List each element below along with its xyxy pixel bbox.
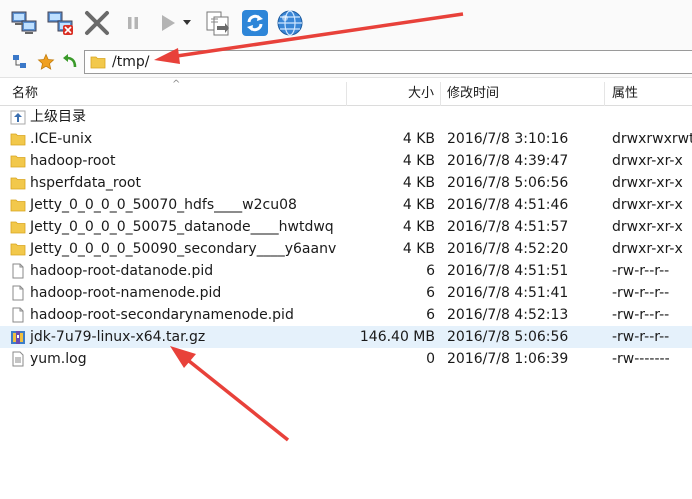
file-attributes: -rw-r--r-- bbox=[612, 307, 670, 323]
file-name: Jetty_0_0_0_0_50070_hdfs____w2cu08 bbox=[30, 197, 297, 213]
file-name: Jetty_0_0_0_0_50075_datanode____hwtdwq bbox=[30, 219, 334, 235]
file-attributes: -rw------- bbox=[612, 351, 670, 367]
pause-icon[interactable] bbox=[118, 8, 148, 38]
column-divider[interactable] bbox=[346, 82, 347, 106]
file-icon bbox=[12, 263, 24, 279]
file-modified: 2016/7/8 5:06:56 bbox=[447, 175, 569, 191]
file-attributes: drwxrwxrwt bbox=[612, 131, 692, 147]
column-size-header[interactable]: 大小 bbox=[408, 82, 434, 106]
file-attributes: -rw-r--r-- bbox=[612, 285, 670, 301]
column-divider[interactable] bbox=[440, 82, 441, 106]
file-size: 6 bbox=[426, 285, 435, 301]
file-attributes: drwxr-xr-x bbox=[612, 197, 683, 213]
folder-icon bbox=[10, 177, 26, 190]
file-row[interactable]: Jetty_0_0_0_0_50075_datanode____hwtdwq 4 … bbox=[0, 216, 692, 238]
folder-icon bbox=[10, 133, 26, 146]
file-row[interactable]: hadoop-root 4 KB 2016/7/8 4:39:47 drwxr-xr-… bbox=[0, 150, 692, 172]
refresh-icon[interactable] bbox=[240, 8, 270, 38]
column-attributes-header[interactable]: 属性 bbox=[612, 82, 638, 106]
file-name: hsperfdata_root bbox=[30, 175, 141, 191]
file-modified: 2016/7/8 4:51:57 bbox=[447, 219, 569, 235]
address-bar: /tmp/ bbox=[0, 46, 692, 78]
parent-dir-icon bbox=[10, 110, 26, 125]
file-modified: 2016/7/8 4:51:51 bbox=[447, 263, 569, 279]
connect-icon[interactable] bbox=[10, 8, 40, 38]
file-size: 4 KB bbox=[402, 153, 435, 169]
dropdown-icon[interactable] bbox=[180, 8, 194, 38]
file-modified: 2016/7/8 3:10:16 bbox=[447, 131, 569, 147]
file-row[interactable]: Jetty_0_0_0_0_50090_secondary____y6aanv 4… bbox=[0, 238, 692, 260]
file-row[interactable]: yum.log 0 2016/7/8 1:06:39 -rw------- bbox=[0, 348, 692, 370]
column-divider[interactable] bbox=[604, 82, 605, 106]
file-row[interactable]: .ICE-unix 4 KB 2016/7/8 3:10:16 drwxrwxrwt bbox=[0, 128, 692, 150]
file-size: 6 bbox=[426, 263, 435, 279]
file-row[interactable]: jdk-7u79-linux-x64.tar.gz 146.40 MB 2016/7… bbox=[0, 326, 692, 348]
file-modified: 2016/7/8 4:51:46 bbox=[447, 197, 569, 213]
path-text: /tmp/ bbox=[112, 54, 150, 70]
play-icon[interactable] bbox=[153, 8, 183, 38]
folder-icon bbox=[10, 155, 26, 168]
file-attributes: drwxr-xr-x bbox=[612, 153, 683, 169]
transfer-icon[interactable] bbox=[203, 8, 233, 38]
file-modified: 2016/7/8 4:39:47 bbox=[447, 153, 569, 169]
go-back-icon[interactable] bbox=[60, 52, 80, 72]
file-modified: 2016/7/8 1:06:39 bbox=[447, 351, 569, 367]
file-attributes: drwxr-xr-x bbox=[612, 175, 683, 191]
file-size: 146.40 MB bbox=[359, 329, 435, 345]
file-row[interactable]: hadoop-root-namenode.pid 6 2016/7/8 4:51:4… bbox=[0, 282, 692, 304]
archive-icon bbox=[11, 331, 25, 344]
file-size: 4 KB bbox=[402, 219, 435, 235]
file-name: .ICE-unix bbox=[30, 131, 93, 147]
delete-icon[interactable] bbox=[82, 8, 112, 38]
file-modified: 2016/7/8 4:52:13 bbox=[447, 307, 569, 323]
file-name: jdk-7u79-linux-x64.tar.gz bbox=[30, 329, 206, 345]
file-name: hadoop-root-secondarynamenode.pid bbox=[30, 307, 294, 323]
file-size: 4 KB bbox=[402, 175, 435, 191]
file-name: hadoop-root bbox=[30, 153, 116, 169]
file-modified: 2016/7/8 4:51:41 bbox=[447, 285, 569, 301]
file-size: 0 bbox=[426, 351, 435, 367]
tree-view-icon[interactable] bbox=[10, 52, 30, 72]
column-modified-header[interactable]: 修改时间 bbox=[447, 82, 499, 106]
file-row[interactable]: hadoop-root-datanode.pid 6 2016/7/8 4:51:5… bbox=[0, 260, 692, 282]
file-list: 上级目录 .ICE-unix 4 KB 2016/7/8 3:10:16 drwxrw… bbox=[0, 106, 692, 370]
file-size: 4 KB bbox=[402, 197, 435, 213]
disconnect-icon[interactable] bbox=[46, 8, 76, 38]
file-size: 4 KB bbox=[402, 131, 435, 147]
file-size: 4 KB bbox=[402, 241, 435, 257]
parent-dir-label: 上级目录 bbox=[30, 109, 86, 125]
file-attributes: -rw-r--r-- bbox=[612, 263, 670, 279]
file-icon bbox=[12, 307, 24, 323]
folder-icon bbox=[90, 56, 106, 69]
file-name: Jetty_0_0_0_0_50090_secondary____y6aanv bbox=[30, 241, 337, 257]
file-attributes: drwxr-xr-x bbox=[612, 241, 683, 257]
file-list-header: ^ 名称 大小 修改时间 属性 bbox=[0, 79, 692, 106]
file-modified: 2016/7/8 5:06:56 bbox=[447, 329, 569, 345]
globe-icon[interactable] bbox=[275, 8, 305, 38]
file-size: 6 bbox=[426, 307, 435, 323]
folder-icon bbox=[10, 221, 26, 234]
folder-icon bbox=[10, 243, 26, 256]
file-row[interactable]: hsperfdata_root 4 KB 2016/7/8 5:06:56 drwxr… bbox=[0, 172, 692, 194]
file-row[interactable]: Jetty_0_0_0_0_50070_hdfs____w2cu08 4 KB 20… bbox=[0, 194, 692, 216]
text-file-icon bbox=[12, 351, 24, 367]
path-input[interactable]: /tmp/ bbox=[84, 50, 692, 74]
file-name: yum.log bbox=[30, 351, 87, 367]
file-row[interactable]: hadoop-root-secondarynamenode.pid 6 2016/7… bbox=[0, 304, 692, 326]
folder-icon bbox=[10, 199, 26, 212]
file-name: hadoop-root-datanode.pid bbox=[30, 263, 214, 279]
file-attributes: drwxr-xr-x bbox=[612, 219, 683, 235]
favorites-star-icon[interactable] bbox=[36, 52, 56, 72]
file-icon bbox=[12, 285, 24, 301]
parent-directory-row[interactable]: 上级目录 bbox=[0, 106, 692, 128]
file-name: hadoop-root-namenode.pid bbox=[30, 285, 222, 301]
file-attributes: -rw-r--r-- bbox=[612, 329, 670, 345]
toolbar bbox=[0, 0, 692, 46]
column-name-header[interactable]: 名称 bbox=[12, 82, 38, 106]
file-modified: 2016/7/8 4:52:20 bbox=[447, 241, 569, 257]
sort-caret-icon: ^ bbox=[172, 79, 181, 90]
